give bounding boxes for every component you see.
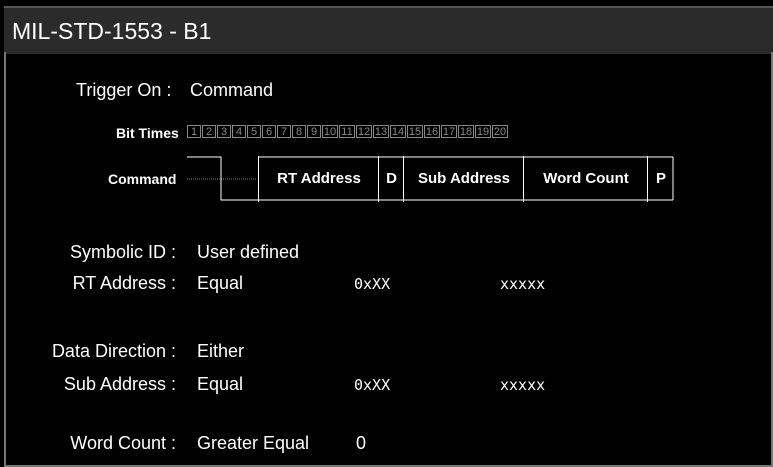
bit-time-cell: 10 <box>322 125 338 138</box>
dialog: MIL-STD-1553 - B1 Trigger On : Command B… <box>4 0 773 467</box>
bit-time-cell: 5 <box>247 125 261 138</box>
bit-time-cell: 7 <box>277 125 291 138</box>
data-direction-value[interactable]: Either <box>197 341 244 362</box>
rt-address-field: RT Address <box>258 156 379 202</box>
word-count-field: Word Count <box>523 156 648 202</box>
trigger-on-value[interactable]: Command <box>190 80 273 101</box>
p-field: P <box>647 156 674 202</box>
word-count-value[interactable]: 0 <box>356 433 366 454</box>
bit-time-cell: 17 <box>441 125 457 138</box>
bit-time-cell: 3 <box>217 125 231 138</box>
sub-address-label: Sub Address : <box>63 374 176 394</box>
bit-time-cell: 8 <box>292 125 306 138</box>
bit-time-cell: 18 <box>458 125 474 138</box>
rt-address-hex[interactable]: 0xXX <box>354 275 390 293</box>
symbolic-id-label: Symbolic ID : <box>69 242 176 262</box>
rt-address-mode[interactable]: Equal <box>197 273 243 294</box>
sub-address-hex[interactable]: 0xXX <box>354 376 390 394</box>
trigger-on-label: Trigger On : <box>76 80 172 100</box>
bit-times-label: Bit Times <box>116 125 179 141</box>
rt-address-label: RT Address : <box>72 273 176 293</box>
title-bar: MIL-STD-1553 - B1 <box>4 6 773 54</box>
bit-time-cell: 13 <box>373 125 389 138</box>
dialog-title: MIL-STD-1553 - B1 <box>12 18 212 44</box>
bit-times-row: 1 2 3 4 5 6 7 8 9 10 11 12 13 14 15 16 17 18 19 20 <box>187 125 509 138</box>
bit-time-cell: 9 <box>307 125 321 138</box>
word-count-mode[interactable]: Greater Equal <box>197 433 309 454</box>
sub-address-field: Sub Address <box>403 156 524 202</box>
bit-time-cell: 12 <box>356 125 372 138</box>
bit-time-cell: 1 <box>187 125 201 138</box>
d-field: D <box>378 156 404 202</box>
sub-address-mode[interactable]: Equal <box>197 374 243 395</box>
bit-time-cell: 14 <box>390 125 406 138</box>
bit-time-cell: 15 <box>407 125 423 138</box>
bit-time-cell: 19 <box>475 125 491 138</box>
symbolic-id-value[interactable]: User defined <box>197 242 299 263</box>
bit-time-cell: 4 <box>232 125 246 138</box>
bit-time-cell: 16 <box>424 125 440 138</box>
sub-address-bin[interactable]: xxxxx <box>500 376 545 394</box>
data-direction-label: Data Direction : <box>51 341 176 361</box>
bit-time-cell: 20 <box>492 125 508 138</box>
command-label: Command <box>108 171 177 187</box>
word-count-label: Word Count : <box>70 433 176 453</box>
bit-time-cell: 2 <box>202 125 216 138</box>
bit-time-cell: 11 <box>339 125 355 138</box>
rt-address-bin[interactable]: xxxxx <box>500 275 545 293</box>
bit-time-cell: 6 <box>262 125 276 138</box>
